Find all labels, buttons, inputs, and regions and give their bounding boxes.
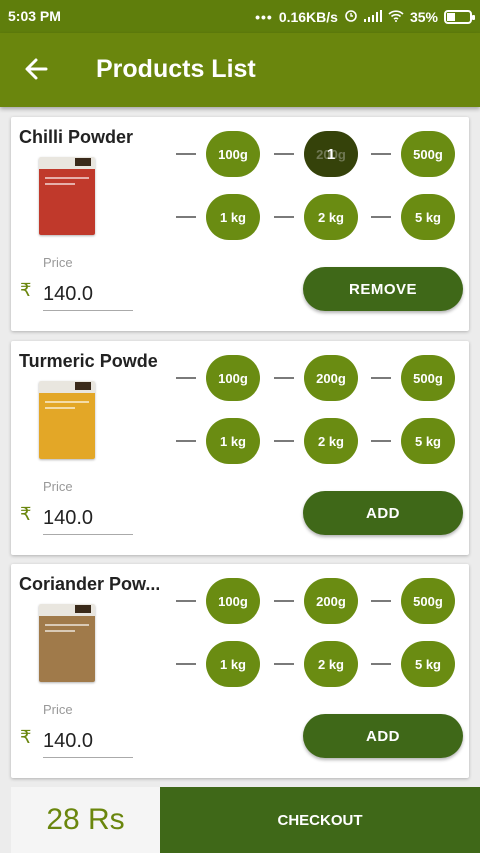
size-option[interactable]: 200g 1 [304,131,358,177]
add-button[interactable]: ADD [303,714,463,758]
size-option-label: 2 kg [317,433,344,449]
rupee-icon: ₹ [20,504,32,524]
signal-icon [363,9,382,25]
product-name: Chilli Powder [19,127,134,147]
size-option[interactable]: 1 kg [206,194,260,240]
size-option-label: 2 kg [317,656,344,672]
size-separator [274,216,294,218]
price-field[interactable]: 140.0 [43,730,133,758]
size-option[interactable]: 2 kg [304,641,358,687]
checkout-button[interactable]: CHECKOUT [160,787,480,853]
size-separator [176,216,196,218]
add-button[interactable]: ADD [303,491,463,535]
size-option[interactable]: 100g [206,578,260,624]
size-option-label: 5 kg [414,656,441,672]
size-option-label: 100g [218,146,248,162]
size-option-label: 1 kg [219,656,246,672]
product-card: Chilli Powder 100g 200g 1 500g 1 kg 2 kg 5 kg P… [11,117,469,331]
size-separator [176,377,196,379]
price-label: Price [43,702,73,717]
size-option[interactable]: 5 kg [401,641,455,687]
rupee-icon: ₹ [20,727,32,747]
size-option[interactable]: 200g [304,355,358,401]
cart-total: 28 Rs [11,787,160,853]
size-option[interactable]: 2 kg [304,418,358,464]
size-option-label: 100g [218,593,248,609]
size-option-label: 5 kg [414,209,441,225]
size-option-label: 200g [316,593,346,609]
product-card: Turmeric Powder 100g 200g 500g 1 kg 2 kg 5 kg… [11,341,469,555]
app-bar: Products List [0,33,480,107]
status-bar: 5:03 PM ••• 0.16KB/s 35% [0,0,480,33]
size-option-label: 100g [218,370,248,386]
size-option[interactable]: 500g [401,131,455,177]
size-separator [274,440,294,442]
arrow-left-icon [25,58,48,80]
size-option-label: 1 kg [219,433,246,449]
size-separator [274,153,294,155]
size-separator [176,153,196,155]
back-button[interactable] [22,51,54,87]
battery-icon [444,9,475,24]
size-option-label: 2 kg [317,209,344,225]
size-separator [371,216,391,218]
size-separator [274,663,294,665]
size-separator [371,377,391,379]
network-speed: 0.16KB/s [278,8,338,25]
size-option-label: 200g [316,370,346,386]
price-label: Price [43,255,73,270]
size-separator [371,153,391,155]
size-option[interactable]: 100g [206,131,260,177]
product-image [39,157,95,235]
status-icons: ••• 0.16KB/s 35% [255,8,475,25]
size-separator [274,600,294,602]
product-name: Turmeric Powder [19,351,159,371]
size-separator [176,600,196,602]
size-option[interactable]: 500g [401,578,455,624]
wifi-icon [388,9,404,25]
price-label: Price [43,479,73,494]
size-option-label: 500g [413,593,443,609]
size-option-label: 500g [413,146,443,162]
price-field[interactable]: 140.0 [43,507,133,535]
size-separator [274,377,294,379]
size-option-label: 5 kg [414,433,441,449]
product-image [39,604,95,682]
page-title: Products List [96,55,256,83]
product-card: Coriander Pow... 100g 200g 500g 1 kg 2 kg 5 k… [11,564,469,778]
size-option[interactable]: 1 kg [206,641,260,687]
remove-button[interactable]: REMOVE [303,267,463,311]
size-option[interactable]: 1 kg [206,418,260,464]
size-option[interactable]: 500g [401,355,455,401]
product-image [39,381,95,459]
rupee-icon: ₹ [20,280,32,300]
product-name: Coriander Pow... [19,574,159,594]
battery-percent: 35% [409,8,438,25]
size-separator [176,440,196,442]
selected-quantity-badge: 1 [326,145,336,163]
status-time: 5:03 PM [8,8,61,24]
size-separator [371,440,391,442]
size-option-label: 1 kg [219,209,246,225]
more-dots-icon: ••• [255,8,273,25]
size-option[interactable]: 200g [304,578,358,624]
size-option[interactable]: 2 kg [304,194,358,240]
size-option[interactable]: 5 kg [401,194,455,240]
size-option-label: 500g [413,370,443,386]
size-separator [371,663,391,665]
size-option[interactable]: 100g [206,355,260,401]
size-separator [371,600,391,602]
price-field[interactable]: 140.0 [43,283,133,311]
size-option[interactable]: 5 kg [401,418,455,464]
alarm-icon [344,8,358,25]
size-separator [176,663,196,665]
